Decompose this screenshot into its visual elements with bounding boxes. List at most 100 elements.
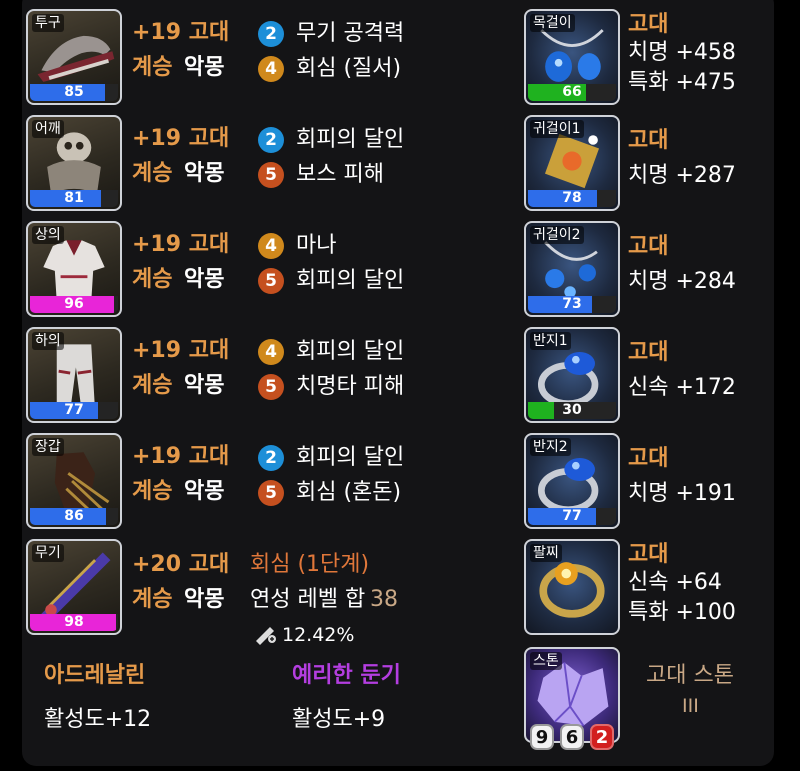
engraving-level-badge: 5: [258, 374, 284, 400]
slot-label: 귀걸이1: [530, 120, 584, 138]
bracelet-engraving-value: 활성도+12: [44, 707, 152, 732]
accessory-stat: 특화 +475: [628, 70, 736, 95]
succession-label: 계승: [132, 373, 173, 398]
succession-label: 계승: [132, 587, 173, 612]
stone-tier: III: [682, 695, 699, 717]
accessory-grade: 고대: [628, 542, 669, 567]
accessory-grade: 고대: [628, 234, 669, 259]
set-name: 악몽: [184, 587, 225, 612]
slot-label: 장갑: [32, 438, 64, 456]
quality-value: 81: [64, 190, 84, 206]
engraving-name: 회피의 달인: [296, 339, 405, 364]
accessory-stat: 특화 +100: [628, 600, 736, 625]
accessory-stat: 치명 +287: [628, 163, 736, 188]
accessory-slot-4[interactable]: 반지2 77: [524, 433, 620, 529]
enhance-level: +20 고대: [132, 552, 230, 577]
transcend-percent: 12.42%: [282, 624, 355, 646]
quality-bar: 77: [30, 402, 118, 419]
slot-label: 무기: [32, 544, 64, 562]
quality-value: 86: [64, 508, 84, 524]
set-name: 악몽: [184, 55, 225, 80]
enhance-level: +19 고대: [132, 444, 230, 469]
accessory-slot-2[interactable]: 귀걸이2 73: [524, 221, 620, 317]
engraving-level-badge: 2: [258, 21, 284, 47]
stone-engraving-count: 9: [530, 724, 554, 750]
slot-label: 귀걸이2: [530, 226, 584, 244]
accessory-grade: 고대: [628, 340, 669, 365]
bracelet-engraving-name: 아드레날린: [44, 663, 146, 688]
bracelet-engraving-name: 예리한 둔기: [292, 663, 401, 688]
engraving-level-badge: 5: [258, 268, 284, 294]
quality-bar: 81: [30, 190, 118, 207]
slot-label: 어깨: [32, 120, 64, 138]
stone-grade: 고대 스톤: [646, 663, 734, 688]
armor-slot-4[interactable]: 장갑 86: [26, 433, 122, 529]
elixir-sum-label: 연성 레벨 합: [250, 587, 366, 612]
engraving-name: 회심 (질서): [296, 56, 402, 81]
slot-label: 목걸이: [530, 14, 575, 32]
engraving-name: 회심 (혼돈): [296, 480, 402, 505]
engraving-name: 회피의 달인: [296, 268, 405, 293]
accessory-stat: 치명 +458: [628, 40, 736, 65]
quality-value: 96: [64, 296, 84, 312]
quality-bar: 86: [30, 508, 118, 525]
armor-slot-2[interactable]: 상의 96: [26, 221, 122, 317]
slot-label: 하의: [32, 332, 64, 350]
elixir-effect: 회심 (1단계): [250, 552, 370, 577]
quality-bar: 30: [528, 402, 616, 419]
armor-slot-3[interactable]: 하의 77: [26, 327, 122, 423]
engraving-level-badge: 4: [258, 339, 284, 365]
bracelet-engraving-value: 활성도+9: [292, 707, 386, 732]
succession-label: 계승: [132, 267, 173, 292]
quality-bar: 73: [528, 296, 616, 313]
engraving-level-badge: 5: [258, 162, 284, 188]
accessory-slot-0[interactable]: 목걸이 66: [524, 9, 620, 105]
quality-value: 77: [64, 402, 84, 418]
armor-slot-1[interactable]: 어깨 81: [26, 115, 122, 211]
slot-label: 반지1: [530, 332, 571, 350]
accessory-stat: 신속 +64: [628, 570, 722, 595]
quality-bar: 66: [528, 84, 616, 101]
weapon-slot[interactable]: 무기 98: [26, 539, 122, 635]
armor-slot-0[interactable]: 투구 85: [26, 9, 122, 105]
slot-label: 반지2: [530, 438, 571, 456]
slot-label: 스톤: [530, 652, 562, 670]
quality-bar: 96: [30, 296, 118, 313]
engraving-level-badge: 5: [258, 480, 284, 506]
quality-value: 30: [562, 402, 582, 418]
succession-label: 계승: [132, 161, 173, 186]
accessory-stat: 신속 +172: [628, 375, 736, 400]
engraving-name: 치명타 피해: [296, 374, 405, 399]
engraving-name: 보스 피해: [296, 162, 384, 187]
accessory-slot-5[interactable]: 팔찌: [524, 539, 620, 635]
enhance-level: +19 고대: [132, 20, 230, 45]
slot-label: 상의: [32, 226, 64, 244]
quality-bar: 98: [30, 614, 118, 631]
enhance-level: +19 고대: [132, 232, 230, 257]
engraving-name: 회피의 달인: [296, 127, 405, 152]
enhance-level: +19 고대: [132, 126, 230, 151]
succession-label: 계승: [132, 55, 173, 80]
enhance-level: +19 고대: [132, 338, 230, 363]
engraving-level-badge: 4: [258, 233, 284, 259]
quality-value: 77: [562, 508, 582, 524]
quality-value: 98: [64, 614, 84, 630]
engraving-level-badge: 4: [258, 56, 284, 82]
quality-value: 66: [562, 84, 582, 100]
transcend-icon: [252, 623, 278, 645]
stone-engraving-count: 6: [560, 724, 584, 750]
quality-value: 78: [562, 190, 582, 206]
accessory-grade: 고대: [628, 128, 669, 153]
accessory-slot-1[interactable]: 귀걸이1 78: [524, 115, 620, 211]
engraving-name: 회피의 달인: [296, 445, 405, 470]
quality-value: 85: [64, 84, 84, 100]
accessory-slot-3[interactable]: 반지1 30: [524, 327, 620, 423]
quality-bar: 77: [528, 508, 616, 525]
engraving-name: 무기 공격력: [296, 21, 405, 46]
succession-label: 계승: [132, 479, 173, 504]
stone-engraving-count: 2: [590, 724, 614, 750]
set-name: 악몽: [184, 479, 225, 504]
slot-label: 투구: [32, 14, 64, 32]
set-name: 악몽: [184, 373, 225, 398]
accessory-grade: 고대: [628, 12, 669, 37]
